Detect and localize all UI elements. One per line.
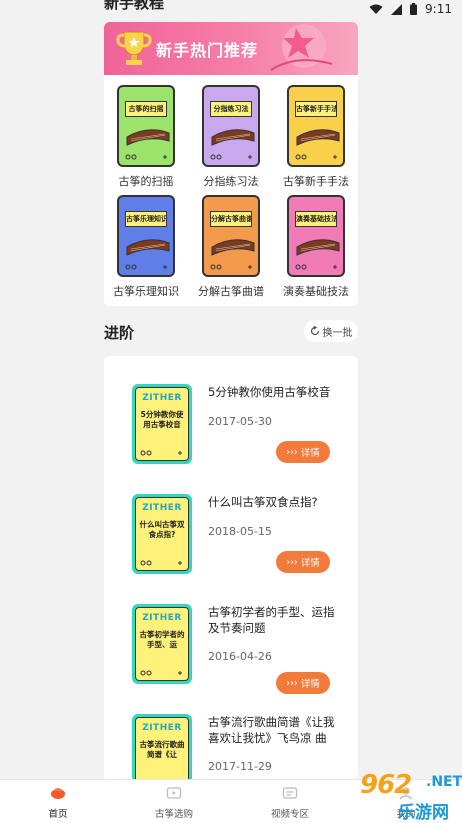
tile-3[interactable]: 古筝乐理知识 古筝乐理知识	[104, 195, 188, 299]
thumb-text: 古筝初学者的手型、运	[139, 630, 185, 649]
shop-icon	[166, 787, 182, 799]
list-item[interactable]: ZITHER 5分钟教你使用古筝校音 5分钟教你使用古筝校音 2017-05-3…	[104, 356, 358, 466]
zither-icon	[296, 239, 340, 256]
thumb-brand: ZITHER	[142, 503, 182, 513]
item-thumbnail: ZITHER 5分钟教你使用古筝校音	[132, 384, 192, 464]
detail-button[interactable]: ››› 详情	[276, 551, 330, 573]
tile-caption: 古筝新手手法	[283, 175, 349, 188]
item-date: 2017-05-30	[208, 415, 272, 428]
item-title: 古筝初学者的手型、运指及节奏问题	[208, 605, 335, 635]
tile-image-label: 古筝乐理知识	[125, 211, 167, 227]
tile-caption: 演奏基础技法	[283, 285, 349, 298]
tab-label: 首页	[48, 809, 68, 820]
zither-deco-icon	[270, 24, 333, 71]
item-title: 什么叫古筝双食点指?	[208, 495, 318, 509]
thumb-dots	[140, 670, 182, 676]
thumb-brand: ZITHER	[142, 723, 182, 733]
watermark-suffix: .NET	[426, 774, 462, 790]
thumb-dots	[140, 450, 182, 456]
wifi-icon	[369, 4, 383, 14]
watermark-text: 乐游网	[398, 803, 449, 823]
tile-image-label: 演奏基础技法	[295, 211, 337, 227]
tile-image-label: 古筝的扫摇	[125, 101, 167, 117]
list-item[interactable]: ZITHER 什么叫古筝双食点指? 什么叫古筝双食点指? 2018-05-15 …	[104, 466, 358, 576]
tile-5[interactable]: 演奏基础技法 演奏基础技法	[274, 195, 358, 299]
zither-icon	[126, 239, 170, 256]
trophy-icon	[116, 31, 152, 65]
zither-icon	[211, 239, 255, 256]
thumb-text: 古筝流行歌曲简谱《让	[139, 740, 185, 759]
list-item[interactable]: ZITHER 古筝初学者的手型、运 古筝初学者的手型、运指及节奏问题 2016-…	[104, 576, 358, 694]
thumb-brand: ZITHER	[142, 393, 182, 403]
tile-dots	[210, 264, 252, 270]
zither-icon	[211, 129, 255, 146]
tile-image-label: 分指练习法	[210, 101, 252, 117]
refresh-label: 换一批	[322, 327, 353, 339]
tile-image: 古筝的扫摇	[117, 85, 175, 167]
refresh-icon	[310, 326, 319, 336]
zither-icon	[126, 129, 170, 146]
watermark-number: 962	[360, 770, 412, 800]
banner-title: 新手热门推荐	[156, 41, 259, 60]
watermark-logo: 962 .NET 乐游网	[330, 770, 462, 823]
item-date: 2016-04-26	[208, 650, 272, 663]
arrow-icon: ›››	[286, 556, 298, 568]
tile-dots	[210, 154, 252, 160]
video-icon	[282, 787, 298, 799]
tile-2[interactable]: 古筝新手手法 古筝新手手法	[274, 85, 358, 189]
list-item[interactable]: ZITHER 古筝流行歌曲简谱《让 古筝流行歌曲简谱《让我喜欢让我忧》飞鸟凉 曲…	[104, 686, 358, 781]
tile-1[interactable]: 分指练习法 分指练习法	[189, 85, 273, 189]
item-title: 5分钟教你使用古筝校音	[208, 385, 331, 399]
tile-image: 演奏基础技法	[287, 195, 345, 277]
advanced-title: 进阶	[104, 324, 135, 342]
tile-caption: 古筝的扫摇	[118, 175, 174, 188]
status-icons: 9:11	[369, 2, 452, 16]
item-thumbnail: ZITHER 古筝初学者的手型、运	[132, 604, 192, 684]
item-thumbnail: ZITHER 什么叫古筝双食点指?	[132, 494, 192, 574]
tile-dots	[125, 264, 167, 270]
thumb-dots	[140, 560, 182, 566]
tile-0[interactable]: 古筝的扫摇 古筝的扫摇	[104, 85, 188, 189]
detail-label: 详情	[300, 448, 320, 459]
thumb-brand: ZITHER	[142, 613, 182, 623]
recommend-banner[interactable]: 新手热门推荐	[104, 22, 358, 75]
tile-caption: 古筝乐理知识	[113, 285, 179, 298]
tab-label: 古筝选购	[154, 809, 193, 820]
thumb-text: 什么叫古筝双食点指?	[139, 520, 185, 539]
item-title: 古筝流行歌曲简谱《让我喜欢让我忧》飞鸟凉 曲	[208, 715, 335, 745]
tile-image: 分解古筝曲谱	[202, 195, 260, 277]
home-icon	[51, 788, 65, 799]
recommend-card: 新手热门推荐 古筝的扫摇 古筝的扫摇 分指练习法 分指练习法 古筝新手手法 古筝…	[104, 22, 358, 306]
tile-dots	[295, 264, 337, 270]
status-time: 9:11	[425, 2, 452, 16]
detail-label: 详情	[300, 558, 320, 569]
thumb-text: 5分钟教你使用古筝校音	[140, 410, 184, 429]
tab-shop[interactable]: 古筝选购	[116, 780, 232, 823]
tile-image: 分指练习法	[202, 85, 260, 167]
tile-dots	[125, 154, 167, 160]
refresh-button[interactable]: 换一批	[304, 320, 358, 342]
tile-caption: 分指练习法	[203, 175, 259, 188]
tile-caption: 分解古筝曲谱	[198, 285, 264, 298]
advanced-list: ZITHER 5分钟教你使用古筝校音 5分钟教你使用古筝校音 2017-05-3…	[104, 356, 358, 781]
tile-image: 古筝新手手法	[287, 85, 345, 167]
item-thumbnail: ZITHER 古筝流行歌曲简谱《让	[132, 714, 192, 781]
tile-image-label: 古筝新手手法	[295, 101, 337, 117]
prev-section-title: 新手教程	[104, 0, 165, 12]
tile-image-label: 分解古筝曲谱	[210, 211, 252, 227]
item-date: 2017-11-29	[208, 760, 272, 773]
tile-4[interactable]: 分解古筝曲谱 分解古筝曲谱	[189, 195, 273, 299]
arrow-icon: ›››	[286, 446, 298, 458]
tile-image: 古筝乐理知识	[117, 195, 175, 277]
zither-icon	[296, 129, 340, 146]
signal-icon	[391, 3, 403, 15]
item-date: 2018-05-15	[208, 525, 272, 538]
tile-dots	[295, 154, 337, 160]
detail-button[interactable]: ››› 详情	[276, 441, 330, 463]
advanced-header: 进阶 换一批	[104, 320, 358, 344]
battery-icon	[410, 3, 418, 15]
tab-home[interactable]: 首页	[0, 780, 116, 823]
status-bar: 9:11	[0, 0, 462, 18]
